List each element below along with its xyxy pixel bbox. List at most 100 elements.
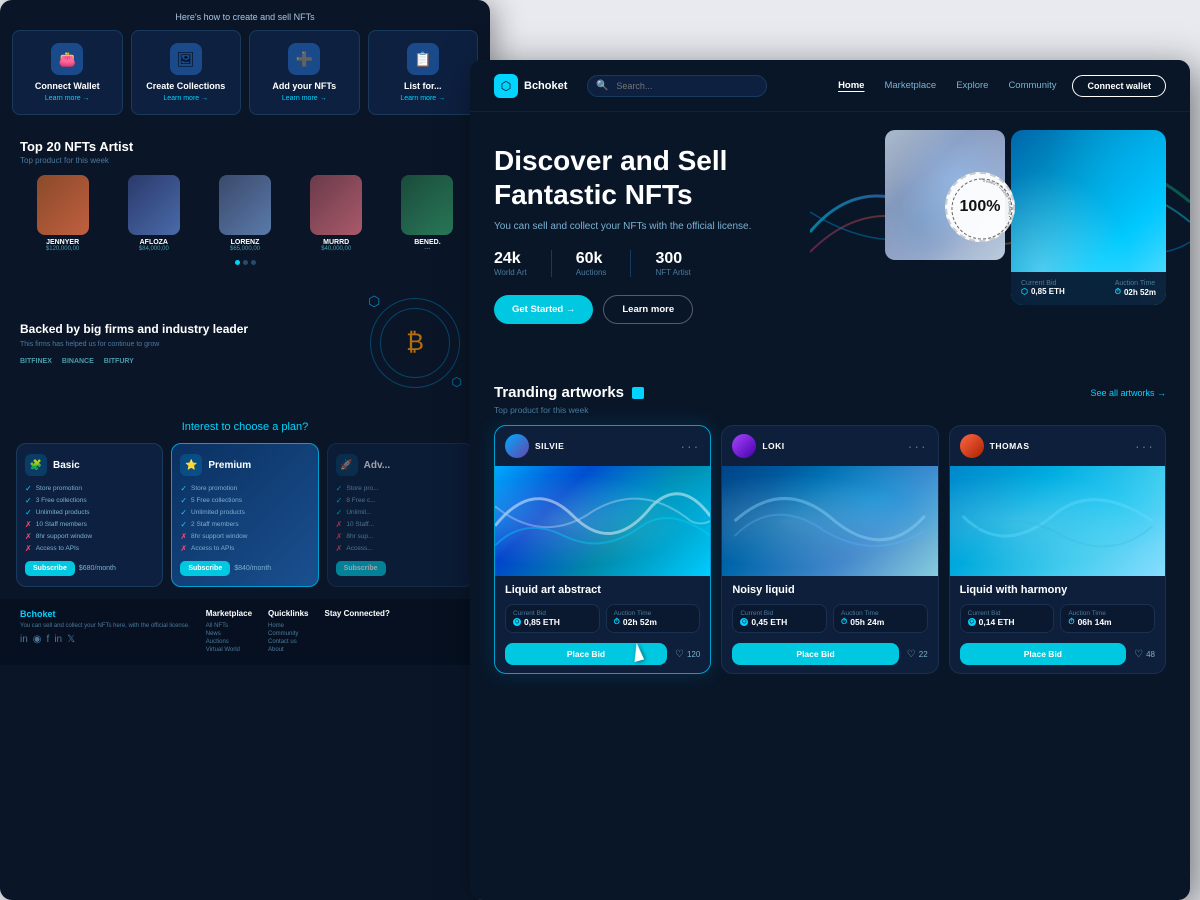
footer-link-auctions[interactable]: Auctions bbox=[206, 639, 252, 645]
twitter-icon[interactable]: 𝕏 bbox=[67, 634, 75, 645]
get-started-button[interactable]: Get Started → bbox=[494, 295, 593, 324]
loki-likes: ♡ 22 bbox=[907, 649, 928, 660]
silvie-artist-info: SILVIE bbox=[505, 434, 564, 458]
loki-title: Noisy liquid bbox=[722, 576, 937, 600]
art-cards-grid: SILVIE ··· Liquid art abstract bbox=[494, 425, 1166, 674]
thomas-current-bid: Current Bid ⬡ 0,14 ETH bbox=[960, 604, 1055, 633]
hero-auction-value: ⏱ 02h 52m bbox=[1115, 287, 1156, 297]
artist-card-3[interactable]: MURRD $40,000,00 bbox=[294, 175, 379, 252]
feature-basic-4: ✗8hr support window bbox=[25, 532, 154, 541]
hero-content: Discover and Sell Fantastic NFTs You can… bbox=[494, 144, 854, 324]
footer-link-about[interactable]: About bbox=[268, 647, 308, 653]
silvie-more-dots[interactable]: ··· bbox=[680, 438, 700, 454]
plan-premium-icon: ⭐ bbox=[180, 454, 202, 476]
place-bid-loki-button[interactable]: Place Bid bbox=[732, 643, 898, 665]
hero-description: You can sell and collect your NFTs with … bbox=[494, 221, 854, 232]
step-link-1[interactable]: Learn more → bbox=[140, 95, 233, 102]
footer-link-news[interactable]: News bbox=[206, 631, 252, 637]
thomas-swirl-svg bbox=[950, 466, 1165, 576]
loki-more-dots[interactable]: ··· bbox=[908, 438, 928, 454]
nav-marketplace[interactable]: Marketplace bbox=[884, 80, 936, 91]
loki-bid-value: ⬡ 0,45 ETH bbox=[740, 617, 819, 627]
dot-2[interactable] bbox=[243, 260, 248, 265]
search-input[interactable] bbox=[587, 75, 767, 97]
advanced-price-row: Subscribe bbox=[336, 561, 465, 576]
clock-loki: ⏱ bbox=[841, 617, 847, 627]
thomas-name: THOMAS bbox=[990, 441, 1030, 451]
pricing-cards: 🧩 Basic ✓Store promotion ✓3 Free collect… bbox=[16, 443, 474, 587]
eth-icon-top: ⬡ bbox=[368, 293, 380, 310]
footer-link-virtualworld[interactable]: Virtual World bbox=[206, 647, 252, 653]
plan-advanced-name: Adv... bbox=[364, 460, 390, 471]
feature-basic-5: ✗Access to APIs bbox=[25, 544, 154, 553]
footer-brand: Bchoket You can sell and collect your NF… bbox=[20, 609, 190, 655]
premium-price: $840/month bbox=[234, 565, 271, 572]
trending-section: Tranding artworks See all artworks → Top… bbox=[470, 372, 1190, 686]
connect-wallet-button[interactable]: Connect wallet bbox=[1072, 75, 1166, 97]
footer-link-community[interactable]: Community bbox=[268, 631, 308, 637]
dot-3[interactable] bbox=[251, 260, 256, 265]
artist-card-1[interactable]: AFLOZA $84,000,00 bbox=[111, 175, 196, 252]
place-bid-thomas-button[interactable]: Place Bid bbox=[960, 643, 1126, 665]
bitcoin-icon: ₿ bbox=[406, 329, 424, 357]
basic-price: $680/month bbox=[79, 565, 116, 572]
loki-art-image bbox=[722, 466, 937, 576]
artist-card-0[interactable]: JENNYER $120,000,00 bbox=[20, 175, 105, 252]
footer-logo: Bchoket bbox=[20, 609, 190, 619]
feature-premium-2: ✓Unlimited products bbox=[180, 508, 309, 517]
subscribe-premium-button[interactable]: Subscribe bbox=[180, 561, 230, 576]
subscribe-basic-button[interactable]: Subscribe bbox=[25, 561, 75, 576]
instagram-icon[interactable]: ◉ bbox=[33, 634, 42, 645]
art-card-loki: LOKI ··· Noisy liquid bbox=[721, 425, 938, 674]
nav-explore[interactable]: Explore bbox=[956, 80, 988, 91]
feature-basic-1: ✓3 Free collections bbox=[25, 496, 154, 505]
linkedin-icon[interactable]: in bbox=[20, 634, 28, 645]
loki-like-count: 22 bbox=[919, 650, 928, 659]
thomas-auction-time: Auction Time ⏱ 06h 14m bbox=[1060, 604, 1155, 633]
artist-card-4[interactable]: BENED. --- bbox=[385, 175, 470, 252]
feature-premium-4: ✗8hr support window bbox=[180, 532, 309, 541]
top-artists-section: Top 20 NFTs Artist Top product for this … bbox=[0, 127, 490, 277]
see-all-artworks-link[interactable]: See all artworks → bbox=[1090, 388, 1166, 398]
step-link-3[interactable]: Learn more → bbox=[377, 95, 470, 102]
top-artists-subtitle: Top product for this week bbox=[20, 156, 470, 165]
step-title-2: Add your NFTs bbox=[258, 81, 351, 91]
silvie-image bbox=[495, 466, 710, 576]
plan-premium-name: Premium bbox=[208, 460, 251, 471]
subscribe-advanced-button[interactable]: Subscribe bbox=[336, 561, 386, 576]
silvie-title: Liquid art abstract bbox=[495, 576, 710, 600]
dot-1[interactable] bbox=[235, 260, 240, 265]
pricing-title: Interest to choose a plan? bbox=[16, 421, 474, 433]
step-link-2[interactable]: Learn more → bbox=[258, 95, 351, 102]
social-icons: in ◉ f in 𝕏 bbox=[20, 634, 190, 645]
collections-icon: 🖼 bbox=[170, 43, 202, 75]
silvie-bid-value: ⬡ 0,85 ETH bbox=[513, 617, 592, 627]
step-link-0[interactable]: Learn more → bbox=[21, 95, 114, 102]
eth-icon-silvie: ⬡ bbox=[513, 618, 521, 626]
nav-home[interactable]: Home bbox=[838, 80, 864, 91]
clock-thomas: ⏱ bbox=[1068, 617, 1074, 627]
linkedin2-icon[interactable]: in bbox=[54, 634, 62, 645]
silvie-bid-row: Current Bid ⬡ 0,85 ETH Auction Time ⏱ 02… bbox=[495, 600, 710, 637]
hero-buttons: Get Started → Learn more bbox=[494, 295, 854, 324]
learn-more-button[interactable]: Learn more bbox=[603, 295, 693, 324]
logo-binance: BINANCE bbox=[62, 358, 94, 365]
trending-title: Tranding artworks bbox=[494, 384, 624, 401]
loki-avatar bbox=[732, 434, 756, 458]
thomas-more-dots[interactable]: ··· bbox=[1135, 438, 1155, 454]
stat-nft-artist: 300 NFT Artist bbox=[655, 250, 714, 277]
footer-quicklinks: Quicklinks Home Community Contact us Abo… bbox=[268, 609, 308, 655]
footer-link-home[interactable]: Home bbox=[268, 623, 308, 629]
step-title-1: Create Collections bbox=[140, 81, 233, 91]
footer-link-allnfts[interactable]: All NFTs bbox=[206, 623, 252, 629]
thomas-auction-value: ⏱ 06h 14m bbox=[1068, 617, 1147, 627]
artist-card-2[interactable]: LORENZ $65,000,00 bbox=[202, 175, 287, 252]
footer-link-contact[interactable]: Contact us bbox=[268, 639, 308, 645]
nav-community[interactable]: Community bbox=[1008, 80, 1056, 91]
facebook-icon[interactable]: f bbox=[47, 634, 50, 645]
main-page: ⬡ Bchoket 🔍 Home Marketplace Explore Com… bbox=[470, 60, 1190, 900]
hero-auction-time: Auction Time ⏱ 02h 52m bbox=[1115, 280, 1156, 297]
silvie-like-count: 120 bbox=[687, 650, 700, 659]
wallet-icon: 👛 bbox=[51, 43, 83, 75]
backed-subtitle: This firms has helped us for continue to… bbox=[20, 341, 348, 348]
